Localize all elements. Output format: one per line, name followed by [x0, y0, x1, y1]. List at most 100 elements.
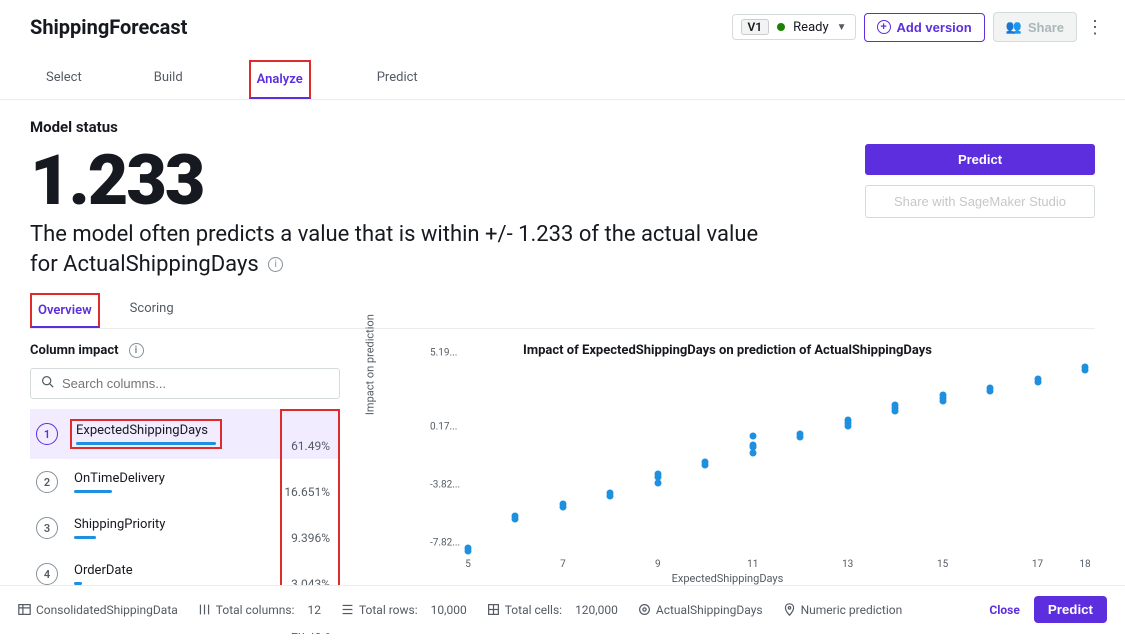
footer-bar: ConsolidatedShippingData Total columns: …	[0, 585, 1125, 633]
kebab-menu-icon[interactable]: ⋮	[1085, 17, 1105, 38]
share-sagemaker-button[interactable]: Share with SageMaker Studio	[865, 185, 1095, 218]
x-tick: 17	[1032, 559, 1043, 570]
y-tick: -3.82...	[430, 479, 460, 490]
footer-target: ActualShippingDays	[638, 603, 763, 617]
scatter-point	[892, 402, 899, 409]
x-axis-label: ExpectedShippingDays	[360, 572, 1095, 585]
rank-badge: 3	[36, 517, 58, 539]
impact-percent: 9.396%	[291, 531, 330, 545]
share-button: 👥 Share	[993, 12, 1077, 42]
model-status-value: 1.233	[30, 146, 790, 216]
footer-rows: Total rows: 10,000	[341, 603, 467, 617]
scatter-point	[465, 548, 472, 555]
rank-badge: 4	[36, 563, 58, 585]
impact-percent: 16.651%	[284, 485, 330, 499]
impact-percent: 61.49%	[291, 439, 330, 453]
column-impact-heading: Column impact i	[30, 343, 340, 358]
x-tick: 5	[465, 559, 471, 570]
plus-circle-icon: +	[877, 20, 891, 34]
scatter-point	[702, 462, 709, 469]
scatter-point	[749, 432, 756, 439]
column-name: ExpectedShippingDays	[76, 423, 216, 438]
table-icon	[18, 603, 31, 616]
column-name: OrderDate	[74, 563, 133, 578]
y-tick: 5.19...	[430, 348, 457, 359]
info-icon[interactable]: i	[129, 343, 144, 358]
rows-icon	[341, 603, 354, 616]
column-impact-row[interactable]: 2 OnTimeDelivery 16.651%	[30, 459, 340, 505]
x-tick: 18	[1079, 559, 1090, 570]
impact-chart: Impact of ExpectedShippingDays on predic…	[360, 343, 1095, 613]
chart-title: Impact of ExpectedShippingDays on predic…	[360, 343, 1095, 358]
status-text: Ready	[793, 20, 828, 35]
footer-dataset: ConsolidatedShippingData	[18, 603, 178, 617]
add-version-button[interactable]: + Add version	[864, 13, 985, 42]
scatter-point	[844, 422, 851, 429]
model-status-label: Model status	[30, 118, 790, 136]
rank-badge: 2	[36, 471, 58, 493]
info-icon[interactable]: i	[268, 257, 283, 272]
tab-select[interactable]: Select	[40, 60, 88, 99]
x-tick: 13	[842, 559, 853, 570]
people-icon: 👥	[1006, 19, 1022, 35]
header-bar: ShippingForecast V1 Ready ▼ + Add versio…	[0, 0, 1125, 50]
rank-badge: 1	[36, 423, 58, 445]
grid-icon	[487, 603, 500, 616]
predict-button-footer[interactable]: Predict	[1034, 596, 1107, 623]
x-tick: 7	[560, 559, 566, 570]
model-status-section: Model status 1.233 The model often predi…	[30, 118, 1095, 279]
scatter-point	[749, 450, 756, 457]
footer-columns: Total columns: 12	[198, 603, 321, 617]
sub-tab-scoring[interactable]: Scoring	[124, 293, 180, 328]
sub-tab-overview[interactable]: Overview	[30, 293, 100, 328]
y-axis-label: Impact on prediction	[364, 315, 377, 416]
column-impact-panel: Column impact i 1 ExpectedShippingDays 61.…	[30, 343, 340, 613]
scatter-point	[939, 391, 946, 398]
overview-content: Column impact i 1 ExpectedShippingDays 61.…	[30, 343, 1095, 613]
model-status-description: The model often predicts a value that is…	[30, 220, 790, 279]
chevron-down-icon: ▼	[837, 22, 847, 33]
search-input[interactable]	[62, 376, 329, 391]
tab-build[interactable]: Build	[148, 60, 189, 99]
scatter-point	[797, 434, 804, 441]
column-name: OnTimeDelivery	[74, 471, 165, 486]
footer-problem-type: Numeric prediction	[783, 603, 903, 617]
target-icon	[638, 603, 651, 616]
analysis-tabs: Overview Scoring	[30, 293, 1095, 329]
scatter-point	[987, 387, 994, 394]
tab-predict[interactable]: Predict	[371, 60, 424, 99]
status-dot-icon	[777, 23, 785, 31]
column-impact-row[interactable]: 3 ShippingPriority 9.396%	[30, 505, 340, 551]
page-title: ShippingForecast	[30, 15, 187, 39]
search-icon	[41, 375, 54, 392]
scatter-point	[559, 504, 566, 511]
y-tick: -7.82...	[430, 538, 460, 549]
version-selector[interactable]: V1 Ready ▼	[732, 14, 856, 40]
scatter-plot: 5.19...0.17...-3.82...-7.82...5791113151…	[430, 364, 1085, 554]
scatter-point	[1034, 375, 1041, 382]
impact-bar	[74, 536, 96, 539]
columns-icon	[198, 603, 211, 616]
footer-cells: Total cells: 120,000	[487, 603, 618, 617]
scatter-point	[607, 492, 614, 499]
y-tick: 0.17...	[430, 421, 457, 432]
column-search[interactable]	[30, 368, 340, 399]
header-actions: V1 Ready ▼ + Add version 👥 Share ⋮	[732, 12, 1105, 42]
x-tick: 9	[655, 559, 661, 570]
predict-button[interactable]: Predict	[865, 144, 1095, 175]
chart-area: Impact on prediction 5.19...0.17...-3.82…	[390, 364, 1095, 554]
location-pin-icon	[783, 603, 796, 616]
scatter-point	[1082, 367, 1089, 374]
scatter-point	[512, 516, 519, 523]
x-tick: 11	[747, 559, 758, 570]
close-button[interactable]: Close	[989, 603, 1019, 617]
column-impact-row[interactable]: 1 ExpectedShippingDays 61.49%	[30, 409, 340, 459]
tab-analyze[interactable]: Analyze	[249, 60, 311, 99]
scatter-point	[654, 479, 661, 486]
impact-bar	[76, 442, 216, 445]
x-tick: 15	[937, 559, 948, 570]
version-badge: V1	[741, 19, 770, 35]
column-name: ShippingPriority	[74, 517, 165, 532]
impact-bar	[74, 490, 112, 493]
main-content: Model status 1.233 The model often predi…	[0, 100, 1125, 613]
